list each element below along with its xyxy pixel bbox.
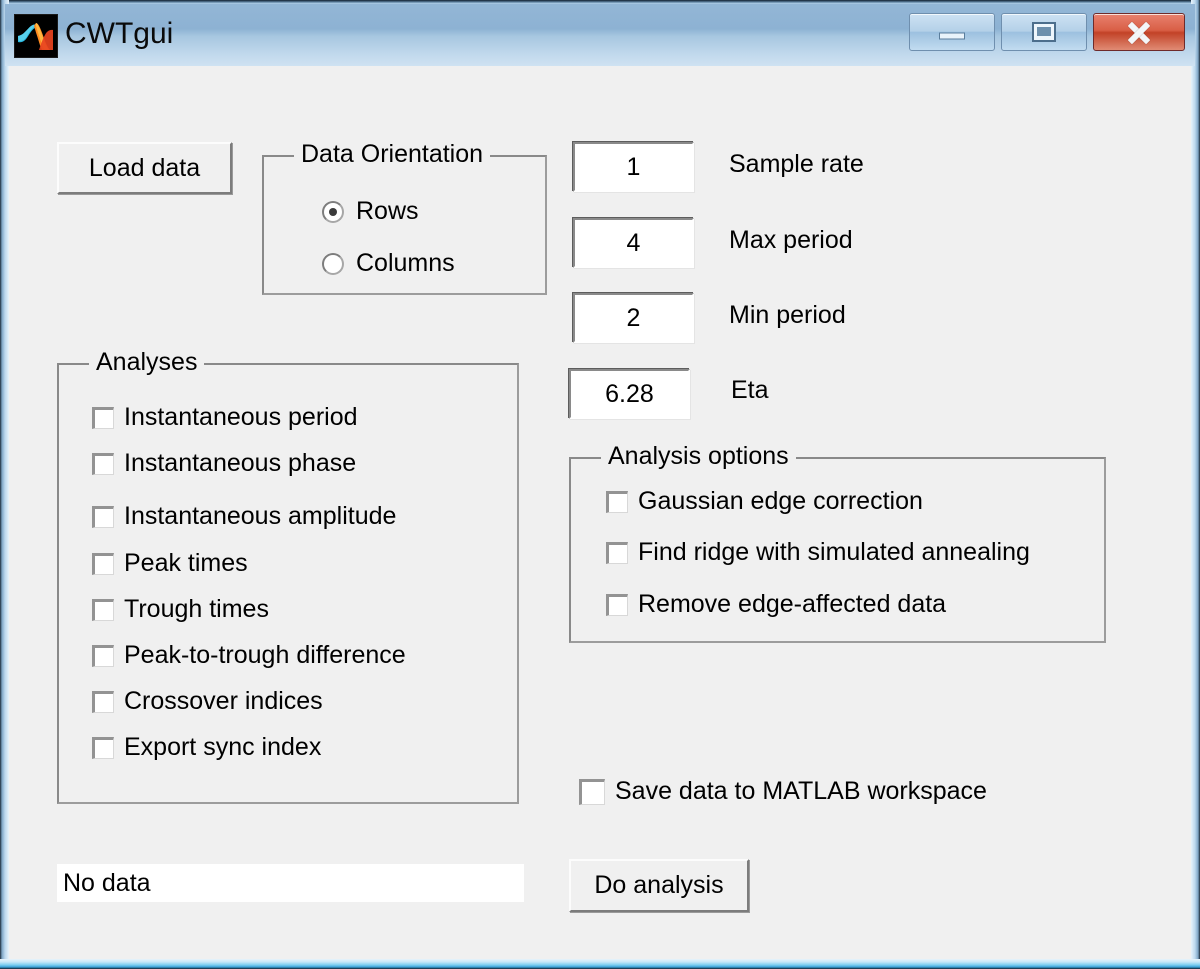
checkbox-label: Instantaneous amplitude: [124, 502, 397, 530]
checkbox-remove-edge-affected-data[interactable]: Remove edge-affected data: [606, 590, 946, 619]
radio-unselected-icon: [322, 252, 344, 275]
radio-selected-icon: [322, 200, 344, 223]
status-field: No data: [57, 864, 524, 902]
client-area: Load data Data Orientation Rows Columns …: [9, 66, 1191, 959]
checkbox-crossover-indices[interactable]: Crossover indices: [92, 687, 323, 716]
checkbox-label: Instantaneous phase: [124, 449, 357, 477]
sample-rate-value: 1: [626, 152, 641, 181]
min-period-value: 2: [626, 303, 641, 332]
min-period-input[interactable]: 2: [573, 293, 694, 343]
status-text: No data: [63, 868, 151, 897]
minimize-icon: [939, 32, 965, 40]
window-frame: CWTgui Load data Data Orientation Rows C…: [0, 0, 1200, 969]
checkbox-peak-times[interactable]: Peak times: [92, 549, 248, 578]
checkbox-unchecked-icon: [606, 490, 628, 513]
do-analysis-label: Do analysis: [594, 871, 724, 899]
checkbox-instantaneous-period[interactable]: Instantaneous period: [92, 403, 358, 432]
checkbox-unchecked-icon: [92, 736, 114, 759]
radio-columns-label: Columns: [356, 249, 455, 277]
max-period-value: 4: [626, 228, 641, 257]
max-period-label: Max period: [729, 226, 853, 254]
checkbox-find-ridge-simulated-annealing[interactable]: Find ridge with simulated annealing: [606, 538, 1030, 567]
checkbox-label: Remove edge-affected data: [638, 590, 947, 618]
max-period-input[interactable]: 4: [573, 218, 694, 268]
checkbox-unchecked-icon: [92, 644, 114, 667]
do-analysis-button[interactable]: Do analysis: [569, 859, 749, 912]
checkbox-instantaneous-phase[interactable]: Instantaneous phase: [92, 449, 356, 478]
checkbox-unchecked-icon: [92, 452, 114, 475]
radio-rows-label: Rows: [356, 197, 419, 225]
checkbox-label: Crossover indices: [124, 687, 323, 715]
checkbox-label: Peak-to-trough difference: [124, 641, 406, 669]
analyses-title: Analyses: [89, 348, 205, 377]
checkbox-unchecked-icon: [92, 505, 114, 528]
minimize-button[interactable]: [909, 13, 995, 51]
close-icon: [1124, 17, 1154, 47]
checkbox-label: Gaussian edge correction: [638, 487, 923, 515]
checkbox-label: Peak times: [124, 549, 248, 577]
checkbox-unchecked-icon: [92, 552, 114, 575]
analysis-options-title: Analysis options: [601, 442, 796, 471]
window-title: CWTgui: [65, 17, 174, 50]
window-controls: [909, 13, 1185, 51]
min-period-label: Min period: [729, 301, 846, 329]
window-border-left: [0, 0, 9, 969]
eta-input[interactable]: 6.28: [569, 369, 690, 419]
checkbox-unchecked-icon: [92, 406, 114, 429]
checkbox-instantaneous-amplitude[interactable]: Instantaneous amplitude: [92, 502, 396, 531]
sample-rate-input[interactable]: 1: [573, 142, 694, 192]
radio-rows[interactable]: Rows: [322, 197, 419, 226]
eta-value: 6.28: [605, 379, 654, 408]
checkbox-unchecked-icon: [92, 690, 114, 713]
checkbox-label: Instantaneous period: [124, 403, 358, 431]
sample-rate-label: Sample rate: [729, 150, 864, 178]
radio-columns[interactable]: Columns: [322, 249, 455, 278]
checkbox-unchecked-icon: [606, 593, 628, 616]
title-bar[interactable]: CWTgui: [5, 4, 1195, 66]
checkbox-label: Save data to MATLAB workspace: [615, 777, 987, 805]
checkbox-unchecked-icon: [579, 778, 605, 805]
checkbox-unchecked-icon: [92, 598, 114, 621]
maximize-button[interactable]: [1001, 13, 1087, 51]
checkbox-unchecked-icon: [606, 541, 628, 564]
eta-label: Eta: [731, 376, 769, 404]
close-button[interactable]: [1093, 13, 1185, 51]
restore-icon: [1032, 22, 1056, 42]
checkbox-export-sync-index[interactable]: Export sync index: [92, 733, 321, 762]
load-data-button[interactable]: Load data: [57, 142, 232, 194]
checkbox-save-to-workspace[interactable]: Save data to MATLAB workspace: [579, 777, 987, 806]
checkbox-trough-times[interactable]: Trough times: [92, 595, 269, 624]
window-border-right: [1191, 0, 1200, 969]
checkbox-label: Export sync index: [124, 733, 322, 761]
data-orientation-title: Data Orientation: [294, 140, 491, 169]
checkbox-label: Trough times: [124, 595, 269, 623]
checkbox-label: Find ridge with simulated annealing: [638, 538, 1030, 566]
load-data-label: Load data: [88, 153, 201, 182]
matlab-logo-icon: [14, 14, 58, 58]
checkbox-peak-to-trough-difference[interactable]: Peak-to-trough difference: [92, 641, 406, 670]
checkbox-gaussian-edge-correction[interactable]: Gaussian edge correction: [606, 487, 923, 516]
window-border-bottom: [0, 959, 1200, 969]
